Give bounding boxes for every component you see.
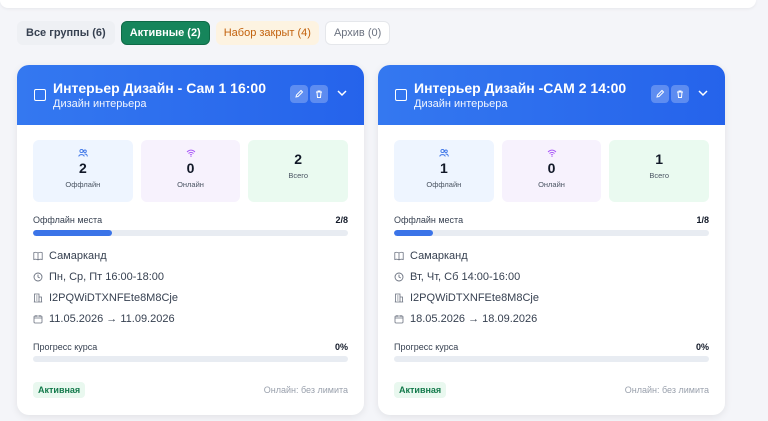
top-bar: [0, 0, 756, 8]
tab-enrollment-closed[interactable]: Набор закрыт (4): [215, 21, 319, 45]
status-badge: Активная: [33, 382, 86, 398]
code-row: I2PQWiDTXNFEte8M8Cje: [394, 292, 539, 304]
online-limit-text: Онлайн: без лимита: [624, 385, 709, 395]
card-subtitle: Дизайн интерьера: [414, 98, 508, 110]
schedule-row: Пн, Ср, Пт 16:00-18:00: [33, 271, 164, 283]
delete-button[interactable]: [671, 85, 689, 103]
chevron-down-icon[interactable]: [336, 87, 348, 99]
select-checkbox[interactable]: [395, 89, 407, 101]
tab-active[interactable]: Активные (2): [120, 21, 210, 45]
city-row: Самарканд: [394, 250, 468, 262]
chevron-down-icon[interactable]: [697, 87, 709, 99]
building-icon: [33, 293, 43, 303]
stat-total-label: Всего: [288, 171, 309, 180]
seats-progress-fill: [394, 230, 434, 236]
stat-online: 0 Онлайн: [140, 140, 241, 202]
tab-archive[interactable]: Архив (0): [324, 21, 391, 45]
trash-icon: [677, 90, 683, 98]
stat-online-value: 0: [547, 160, 556, 176]
seats-progress-bar: [394, 230, 709, 236]
wifi-icon: [186, 149, 195, 157]
stat-offline-value: 1: [439, 160, 448, 176]
stat-offline: 1 Оффлайн: [394, 140, 494, 202]
dates-text: 11.05.2026 → 11.09.2026: [49, 313, 175, 325]
clock-icon: [394, 272, 404, 282]
code-text: I2PQWiDTXNFEte8M8Cje: [49, 292, 178, 304]
code-text: I2PQWiDTXNFEte8M8Cje: [410, 292, 539, 304]
schedule-text: Пн, Ср, Пт 16:00-18:00: [49, 271, 164, 283]
group-card: Интерьер Дизайн -САМ 2 14:00 Дизайн инте…: [378, 65, 725, 415]
city-text: Самарканд: [410, 250, 468, 262]
course-progress-label: Прогресс курса: [33, 342, 98, 352]
book-icon: [394, 251, 404, 261]
group-card: Интерьер Дизайн - Сам 1 16:00 Дизайн инт…: [17, 65, 364, 415]
dates-row: 18.05.2026 → 18.09.2026: [394, 313, 537, 325]
card-footer: Активная Онлайн: без лимита: [33, 382, 348, 398]
card-title: Интерьер Дизайн -САМ 2 14:00: [414, 80, 627, 96]
users-icon: [439, 148, 449, 157]
stat-total-label: Всего: [649, 171, 670, 180]
building-icon: [394, 293, 404, 303]
stat-online-label: Онлайн: [538, 180, 565, 189]
users-icon: [78, 148, 88, 157]
seats-value: 1/8: [696, 215, 709, 225]
schedule-row: Вт, Чт, Сб 14:00-16:00: [394, 271, 520, 283]
stat-total: 2 Всего: [248, 140, 349, 202]
course-progress-value: 0%: [334, 342, 348, 352]
stat-offline-label: Оффлайн: [426, 180, 462, 189]
schedule-text: Вт, Чт, Сб 14:00-16:00: [410, 271, 521, 283]
dates-row: 11.05.2026 → 11.09.2026: [33, 313, 175, 325]
card-subtitle: Дизайн интерьера: [53, 98, 147, 110]
card-header: Интерьер Дизайн -САМ 2 14:00 Дизайн инте…: [378, 65, 725, 125]
seats-progress-fill: [33, 230, 112, 236]
seats-row: Оффлайн места 2/8: [33, 215, 348, 225]
stat-online-value: 0: [186, 160, 195, 176]
book-icon: [33, 251, 43, 261]
pencil-icon: [295, 89, 304, 98]
code-row: I2PQWiDTXNFEte8M8Cje: [33, 292, 178, 304]
stat-total-value: 1: [655, 151, 664, 167]
course-progress-bar: [33, 356, 348, 362]
seats-label: Оффлайн места: [394, 215, 464, 225]
seats-row: Оффлайн места 1/8: [394, 215, 709, 225]
pencil-icon: [656, 89, 665, 98]
wifi-icon: [547, 149, 556, 157]
card-footer: Активная Онлайн: без лимита: [394, 382, 709, 398]
stat-offline: 2 Оффлайн: [33, 140, 133, 202]
edit-button[interactable]: [290, 85, 308, 103]
stat-offline-label: Оффлайн: [65, 180, 101, 189]
seats-value: 2/8: [335, 215, 348, 225]
card-title: Интерьер Дизайн - Сам 1 16:00: [53, 80, 266, 96]
select-checkbox[interactable]: [34, 89, 46, 101]
calendar-icon: [33, 315, 43, 324]
status-badge: Активная: [394, 382, 447, 398]
filter-tabs: Все группы (6) Активные (2) Набор закрыт…: [17, 21, 391, 45]
course-progress-bar: [394, 356, 709, 362]
edit-button[interactable]: [651, 85, 669, 103]
trash-icon: [316, 90, 322, 98]
stat-total-value: 2: [294, 151, 303, 167]
delete-button[interactable]: [310, 85, 328, 103]
dates-text: 18.05.2026 → 18.09.2026: [410, 313, 538, 325]
seats-label: Оффлайн места: [33, 215, 103, 225]
city-text: Самарканд: [49, 250, 107, 262]
stat-online: 0 Онлайн: [501, 140, 602, 202]
card-header: Интерьер Дизайн - Сам 1 16:00 Дизайн инт…: [17, 65, 364, 125]
seats-progress-bar: [33, 230, 348, 236]
city-row: Самарканд: [33, 250, 107, 262]
stat-total: 1 Всего: [609, 140, 710, 202]
stat-offline-value: 2: [78, 160, 87, 176]
stat-online-label: Онлайн: [177, 180, 204, 189]
stats-row: 1 Оффлайн 0 Онлайн 1 Всего: [394, 140, 710, 202]
course-progress-row: Прогресс курса 0%: [33, 342, 348, 352]
calendar-icon: [394, 315, 404, 324]
course-progress-row: Прогресс курса 0%: [394, 342, 709, 352]
stats-row: 2 Оффлайн 0 Онлайн 2 Всего: [33, 140, 349, 202]
course-progress-label: Прогресс курса: [394, 342, 459, 352]
clock-icon: [33, 272, 43, 282]
online-limit-text: Онлайн: без лимита: [263, 385, 348, 395]
course-progress-value: 0%: [695, 342, 709, 352]
tab-all-groups[interactable]: Все группы (6): [17, 21, 115, 45]
